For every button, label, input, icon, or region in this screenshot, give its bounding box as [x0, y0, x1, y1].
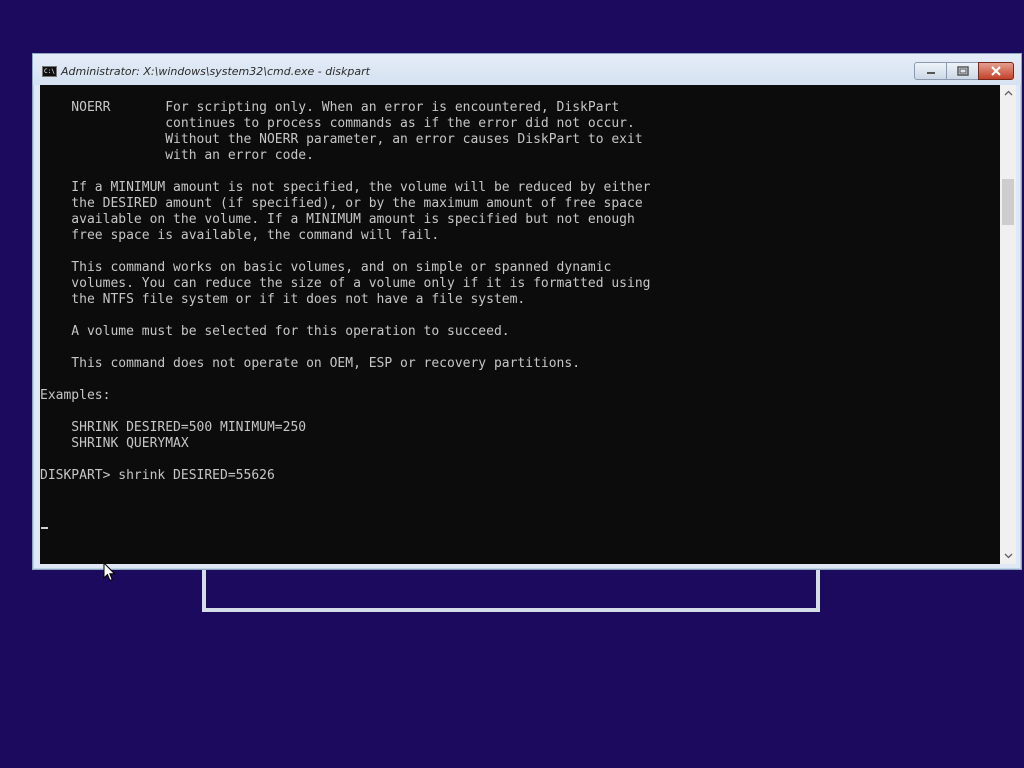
caption-buttons: [914, 62, 1014, 80]
window-title: Administrator: X:\windows\system32\cmd.e…: [61, 65, 370, 78]
restore-button[interactable]: [946, 62, 979, 80]
chevron-up-icon: [1004, 90, 1012, 96]
cmd-window[interactable]: C:\ Administrator: X:\windows\system32\c…: [32, 53, 1022, 570]
text-cursor: [41, 527, 48, 529]
console-text: NOERR For scripting only. When an error …: [40, 100, 651, 483]
scroll-up-button[interactable]: [1000, 85, 1016, 101]
minimize-icon: [926, 72, 935, 74]
desktop: C:\ Administrator: X:\windows\system32\c…: [0, 0, 1024, 768]
restore-icon: [956, 66, 969, 76]
vertical-scrollbar[interactable]: [1000, 85, 1016, 564]
mouse-pointer-icon: [103, 562, 116, 582]
close-button[interactable]: [978, 62, 1014, 80]
cmd-icon: C:\: [42, 66, 57, 77]
chevron-down-icon: [1004, 553, 1012, 559]
console-output[interactable]: NOERR For scripting only. When an error …: [40, 85, 1000, 564]
title-bar[interactable]: C:\ Administrator: X:\windows\system32\c…: [33, 54, 1021, 85]
minimize-button[interactable]: [914, 62, 947, 80]
scrollbar-thumb[interactable]: [1002, 179, 1014, 225]
close-icon: [991, 66, 1001, 76]
scroll-down-button[interactable]: [1000, 548, 1016, 564]
